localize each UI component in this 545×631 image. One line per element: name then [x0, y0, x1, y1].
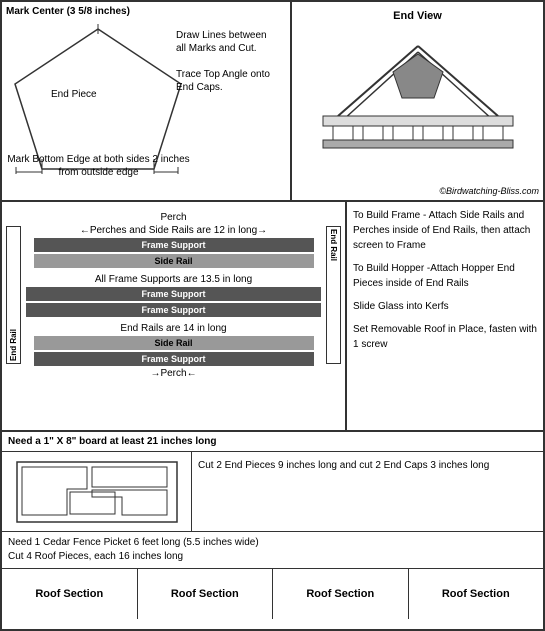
perch-bottom-label: Perch	[160, 368, 186, 379]
side-rail-2-row: Side Rail	[24, 336, 323, 350]
cedar-line-2: Cut 4 Roof Pieces, each 16 inches long	[8, 550, 537, 564]
end-rail-right: End Rail	[326, 226, 341, 364]
cedar-line-1: Need 1 Cedar Fence Picket 6 feet long (5…	[8, 536, 537, 550]
mark-center-label: Mark Center (3 5/8 inches)	[6, 6, 286, 17]
frame-support-3-row: Frame Support	[24, 303, 323, 317]
all-frame-supports-row: All Frame Supports are 13.5 in long	[24, 274, 323, 285]
cut-info: Cut 2 End Pieces 9 inches long and cut 2…	[192, 452, 543, 531]
frame-support-1-bar: Frame Support	[34, 238, 314, 252]
left-panel: Mark Center (3 5/8 inches)	[2, 2, 292, 200]
end-view-label: End View	[393, 10, 442, 22]
middle-section: End Rail End Rail Perch ← Perches and Si…	[2, 202, 543, 432]
roof-section-2: Roof Section	[138, 569, 274, 619]
frame-support-1-row: Frame Support	[24, 238, 323, 252]
bottom-section: Need a 1" X 8" board at least 21 inches …	[2, 432, 543, 629]
side-rail-2-bar: Side Rail	[34, 336, 314, 350]
frame-instructions: To Build Frame - Attach Side Rails and P…	[347, 202, 543, 430]
top-section: Mark Center (3 5/8 inches)	[2, 2, 543, 202]
roof-sections: Roof SectionRoof SectionRoof SectionRoof…	[2, 569, 543, 619]
cut-info-text: Cut 2 End Pieces 9 inches long and cut 2…	[198, 460, 489, 471]
end-view-svg	[308, 26, 528, 171]
perch-bottom-arrow-row: → Perch ←	[24, 368, 323, 379]
instruction-4: Set Removable Roof in Place, fasten with…	[353, 322, 537, 352]
end-piece-label: End Piece	[51, 89, 97, 100]
frame-support-2-bar: Frame Support	[26, 287, 321, 301]
end-rails-label: End Rails are 14 in long	[120, 323, 226, 334]
side-rail-1-row: Side Rail	[24, 254, 323, 268]
wood-diagram	[2, 452, 192, 531]
bottom-mark-text: Mark Bottom Edge at both sides 2 inches …	[6, 153, 191, 179]
end-piece-diagram: End Piece Draw Lines between all Marks a…	[6, 19, 276, 179]
roof-section-4: Roof Section	[409, 569, 544, 619]
draw-lines-text: Draw Lines between all Marks and Cut. Tr…	[176, 29, 276, 94]
instruction-2: To Build Hopper -Attach Hopper End Piece…	[353, 261, 537, 291]
frame-support-4-row: Frame Support	[24, 352, 323, 366]
instruction-1: To Build Frame - Attach Side Rails and P…	[353, 208, 537, 253]
perch-top-row: Perch	[24, 212, 323, 223]
end-piece-svg	[6, 19, 191, 174]
end-rails-row: End Rails are 14 in long	[24, 323, 323, 334]
frame-diagram: End Rail End Rail Perch ← Perches and Si…	[2, 202, 347, 430]
board-info: Need a 1" X 8" board at least 21 inches …	[2, 432, 543, 452]
instruction-3: Slide Glass into Kerfs	[353, 299, 537, 314]
frame-support-3-bar: Frame Support	[26, 303, 321, 317]
perches-arrow-row: ← Perches and Side Rails are 12 in long …	[24, 225, 323, 236]
roof-section-1: Roof Section	[2, 569, 138, 619]
wood-cut-svg	[12, 457, 182, 527]
right-panel: End View ©Birdwa	[292, 2, 543, 200]
all-frame-supports-label: All Frame Supports are 13.5 in long	[95, 274, 252, 285]
perches-side-rails-label: Perches and Side Rails are 12 in long	[90, 225, 257, 236]
frame-support-4-bar: Frame Support	[34, 352, 314, 366]
end-rail-left: End Rail	[6, 226, 21, 364]
cedar-info: Need 1 Cedar Fence Picket 6 feet long (5…	[2, 532, 543, 569]
copyright-text: ©Birdwatching-Bliss.com	[439, 186, 539, 196]
roof-section-3: Roof Section	[273, 569, 409, 619]
side-rail-1-bar: Side Rail	[34, 254, 314, 268]
main-container: Mark Center (3 5/8 inches)	[2, 2, 543, 629]
board-middle: Cut 2 End Pieces 9 inches long and cut 2…	[2, 452, 543, 532]
frame-support-2-row: Frame Support	[24, 287, 323, 301]
perch-top-label: Perch	[160, 212, 186, 223]
